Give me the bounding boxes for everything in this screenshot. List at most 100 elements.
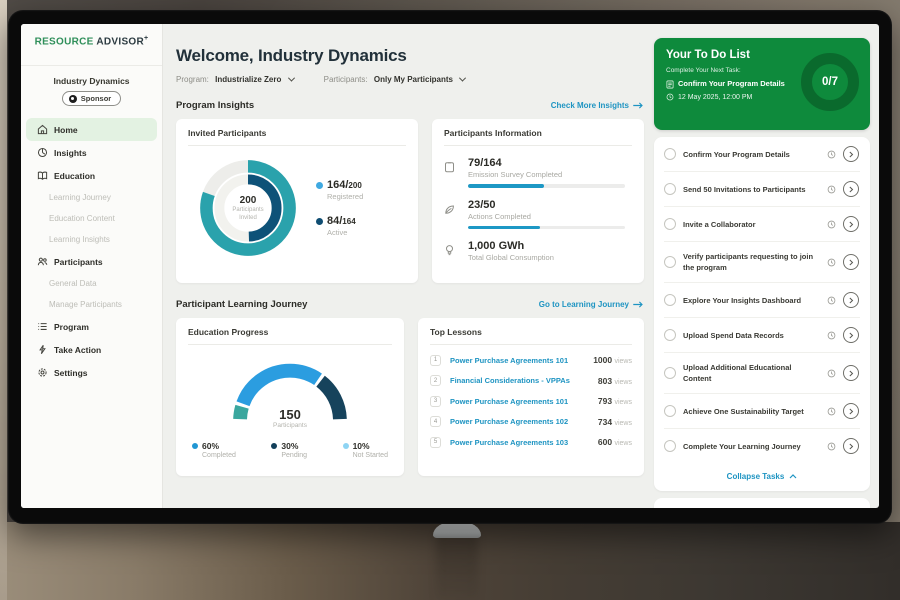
section-title-program-insights: Program Insights	[176, 100, 254, 111]
program-filter[interactable]: Program: Industrialize Zero	[176, 75, 294, 84]
sidebar-item-program[interactable]: Program	[21, 315, 162, 338]
clock-icon	[666, 93, 674, 101]
task-clock-icon	[827, 369, 836, 378]
education-gauge-chart: 150 Participants	[226, 359, 354, 425]
task-checkbox[interactable]	[664, 329, 676, 341]
go-to-learning-journey-link[interactable]: Go to Learning Journey	[539, 300, 644, 309]
lesson-link[interactable]: Power Purchase Agreements 103	[450, 438, 590, 447]
task-open-button[interactable]	[843, 327, 859, 343]
lesson-rank: 2	[430, 375, 441, 386]
views-suffix: views	[614, 440, 632, 447]
task-open-button[interactable]	[843, 181, 859, 197]
document-icon	[666, 80, 674, 88]
task-checkbox[interactable]	[664, 148, 676, 160]
insights-icon	[37, 147, 48, 158]
take-action-icon	[37, 344, 48, 355]
sidebar-item-home[interactable]: Home	[26, 118, 157, 141]
legend-label: Pending	[281, 452, 307, 459]
lesson-link[interactable]: Power Purchase Agreements 101	[450, 397, 590, 406]
task-clock-icon	[827, 296, 836, 305]
lesson-link[interactable]: Power Purchase Agreements 102	[450, 417, 590, 426]
task-checkbox[interactable]	[664, 440, 676, 452]
legend-dot	[316, 182, 323, 189]
card-title: Invited Participants	[188, 128, 406, 146]
task-label: Explore Your Insights Dashboard	[683, 295, 821, 306]
participants-icon	[37, 256, 48, 267]
sidebar-item-participants[interactable]: Participants	[21, 250, 162, 273]
lesson-link[interactable]: Financial Considerations - VPPAs	[450, 376, 590, 385]
program-filter-value: Industrialize Zero	[215, 75, 281, 84]
sidebar-item-learning-journey[interactable]: Learning Journey	[21, 187, 162, 208]
task-clock-icon	[827, 220, 836, 229]
task-open-button[interactable]	[843, 365, 859, 381]
lesson-rank: 1	[430, 355, 441, 366]
task-open-button[interactable]	[843, 292, 859, 308]
consumption-icon	[444, 244, 455, 256]
task-open-button[interactable]	[843, 403, 859, 419]
gear-icon	[37, 367, 48, 378]
lesson-views: 1000	[593, 355, 612, 365]
lesson-row: 5 Power Purchase Agreements 103 600 view…	[430, 437, 632, 448]
logo-advisor: ADVISOR	[96, 36, 144, 47]
check-more-insights-link[interactable]: Check More Insights	[551, 101, 644, 110]
task-row: Upload Additional Educational Content	[664, 353, 860, 394]
participants-filter[interactable]: Participants: Only My Participants	[324, 75, 466, 84]
sponsor-icon	[69, 95, 77, 103]
sidebar-item-education[interactable]: Education	[21, 164, 162, 187]
task-checkbox[interactable]	[664, 183, 676, 195]
sidebar-item-settings[interactable]: Settings	[21, 361, 162, 384]
legend-label: Active	[327, 228, 363, 237]
task-checkbox[interactable]	[664, 405, 676, 417]
task-checkbox[interactable]	[664, 294, 676, 306]
task-open-button[interactable]	[843, 216, 859, 232]
sidebar-menu: Home Insights Education Learning Journey…	[21, 118, 162, 384]
task-open-button[interactable]	[843, 254, 859, 270]
stat-label: Emission Survey Completed	[468, 170, 632, 179]
app-window: RESOURCE ADVISOR+ Industry Dynamics Spon…	[21, 24, 879, 508]
legend-pending: 30% Pending	[271, 441, 307, 459]
task-row: Explore Your Insights Dashboard	[664, 283, 860, 318]
sidebar-item-general-data[interactable]: General Data	[21, 273, 162, 294]
todo-next-task: Confirm Your Program Details	[678, 79, 785, 88]
monitor-stand-shadow	[436, 534, 478, 600]
education-progress-card: Education Progress 150 Participants	[176, 318, 404, 476]
task-label: Upload Additional Educational Content	[683, 362, 821, 384]
survey-icon	[444, 161, 455, 173]
legend-value: 164/	[327, 179, 348, 191]
monitor-bezel: RESOURCE ADVISOR+ Industry Dynamics Spon…	[8, 10, 892, 524]
sidebar-item-take-action[interactable]: Take Action	[21, 338, 162, 361]
lesson-link[interactable]: Power Purchase Agreements 101	[450, 356, 585, 365]
section-title-learning-journey: Participant Learning Journey	[176, 299, 307, 310]
task-checkbox[interactable]	[664, 256, 676, 268]
sidebar-item-label: Participants	[54, 257, 103, 267]
task-clock-icon	[827, 331, 836, 340]
todo-progress-ring: 0/7	[801, 53, 859, 111]
sidebar-item-label: Education Content	[49, 214, 115, 223]
card-title: Education Progress	[188, 327, 392, 345]
stat-consumption: 1,000 GWh Total Global Consumption	[444, 240, 632, 262]
sidebar-item-manage-participants[interactable]: Manage Participants	[21, 294, 162, 315]
sidebar-item-education-content[interactable]: Education Content	[21, 208, 162, 229]
task-open-button[interactable]	[843, 146, 859, 162]
collapse-tasks-link[interactable]: Collapse Tasks	[664, 463, 860, 487]
lesson-row: 1 Power Purchase Agreements 101 1000 vie…	[430, 355, 632, 366]
sponsor-badge[interactable]: Sponsor	[62, 91, 121, 106]
task-row: Invite a Collaborator	[664, 207, 860, 242]
sidebar-item-label: Learning Insights	[49, 235, 110, 244]
gauge-legend: 60% Completed 30% Pending 10% Not Starte…	[188, 441, 392, 459]
sidebar-item-label: Settings	[54, 368, 88, 378]
gauge-center-label: Participants	[226, 422, 354, 429]
logo-resource: RESOURCE	[35, 36, 94, 47]
invited-donut-chart: 200 Participants Invited	[196, 156, 300, 260]
task-open-button[interactable]	[843, 438, 859, 454]
program-filter-label: Program:	[176, 75, 209, 84]
task-checkbox[interactable]	[664, 218, 676, 230]
legend-total: 200	[348, 181, 361, 190]
sidebar-item-learning-insights[interactable]: Learning Insights	[21, 229, 162, 250]
task-label: Achieve One Sustainability Target	[683, 406, 821, 417]
task-checkbox[interactable]	[664, 367, 676, 379]
wall-edge	[0, 0, 7, 600]
sidebar-item-insights[interactable]: Insights	[21, 141, 162, 164]
top-lessons-card: Top Lessons 1 Power Purchase Agreements …	[418, 318, 644, 476]
sidebar-item-label: General Data	[49, 279, 97, 288]
